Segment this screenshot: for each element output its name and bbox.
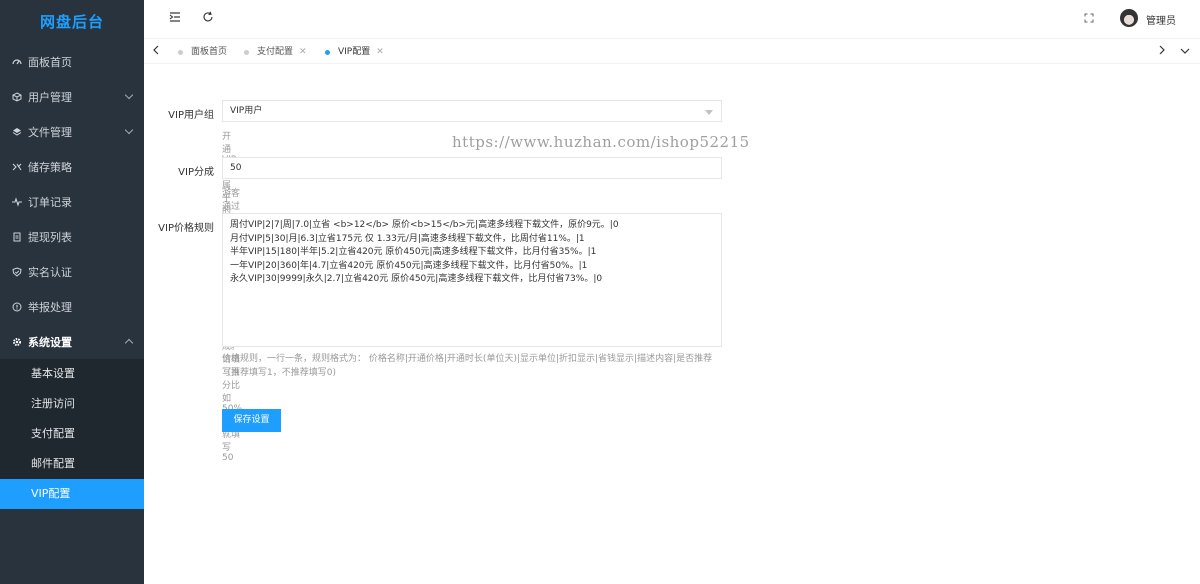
tab-label: 面板首页 [191, 47, 228, 57]
tabs-scroll-right-icon[interactable] [1155, 44, 1169, 58]
save-button[interactable]: 保存设置 [222, 409, 281, 432]
tab-dot [244, 49, 249, 55]
chevron-up-icon [124, 338, 134, 348]
close-icon[interactable]: ✕ [299, 44, 307, 60]
sidebar-item-orders[interactable]: 订单记录 [0, 184, 144, 219]
vip-group-value: VIP用户 [230, 106, 263, 116]
top-bar: 管理员 [144, 0, 1200, 38]
sidebar: 网盘后台 面板首页 用户管理 文件管理 储存策略 订单记录 提现列表 实名认证 … [0, 0, 144, 584]
tabs-scroll-left-icon[interactable] [149, 44, 163, 58]
sidebar-item-label: 文件管理 [28, 125, 72, 139]
user-name[interactable]: 管理员 [1146, 12, 1176, 27]
sidebar-item-label: 系统设置 [28, 335, 72, 349]
sidebar-item-storage[interactable]: 储存策略 [0, 149, 144, 184]
tab-dashboard[interactable]: 面板首页 [178, 44, 227, 60]
share-input[interactable]: 50 [222, 157, 722, 179]
sidebar-item-label: 面板首页 [28, 55, 72, 69]
sidebar-item-label: 用户管理 [28, 90, 72, 104]
vip-group-label: VIP用户组 [168, 110, 214, 121]
tab-vip[interactable]: VIP配置 ✕ [325, 44, 384, 60]
sidebar-item-withdraw[interactable]: 提现列表 [0, 219, 144, 254]
watermark-text: https://www.huzhan.com/ishop52215 [452, 133, 750, 151]
pulse-icon [12, 196, 22, 207]
sidebar-item-settings[interactable]: 系统设置 [0, 324, 144, 359]
shield-icon [12, 266, 22, 277]
sidebar-item-files[interactable]: 文件管理 [0, 114, 144, 149]
close-icon[interactable]: ✕ [376, 44, 384, 60]
alert-circle-icon [12, 302, 22, 312]
avatar[interactable] [1120, 9, 1138, 27]
submenu-item-basic[interactable]: 基本设置 [0, 359, 144, 389]
tab-dot [325, 49, 330, 55]
vip-group-select[interactable]: VIP用户 [222, 100, 722, 122]
price-rules-tip: 价格规则，一行一条，规则格式为： 价格名称|开通价格|开通时长(单位天)|显示单… [222, 354, 713, 378]
sidebar-item-label: 提现列表 [28, 230, 72, 244]
share-label: VIP分成 [178, 167, 214, 178]
document-icon [12, 232, 22, 242]
refresh-icon[interactable] [200, 11, 216, 27]
submenu-item-mail[interactable]: 邮件配置 [0, 449, 144, 479]
submenu-item-register[interactable]: 注册访问 [0, 389, 144, 419]
sidebar-item-users[interactable]: 用户管理 [0, 79, 144, 114]
chevron-down-icon [124, 90, 134, 100]
user-cube-icon [12, 91, 22, 102]
settings-submenu: 基本设置 注册访问 支付配置 邮件配置 VIP配置 [0, 359, 144, 509]
sidebar-item-label: 订单记录 [28, 195, 72, 209]
app-logo: 网盘后台 [39, 13, 104, 31]
price-rules-label: VIP价格规则 [158, 223, 214, 234]
sidebar-item-dashboard[interactable]: 面板首页 [0, 44, 144, 79]
layers-icon [12, 127, 22, 137]
strategy-icon [12, 162, 22, 172]
fullscreen-icon[interactable] [1081, 11, 1097, 27]
tab-dot [178, 49, 183, 55]
submenu-item-payment[interactable]: 支付配置 [0, 419, 144, 449]
sidebar-item-label: 实名认证 [28, 265, 72, 279]
dashboard-icon [12, 57, 22, 67]
chevron-down-icon [124, 125, 134, 135]
tab-payment[interactable]: 支付配置 ✕ [244, 44, 307, 60]
sidebar-item-label: 举报处理 [28, 300, 72, 314]
tab-bar: 面板首页 支付配置 ✕ VIP配置 ✕ [144, 38, 1200, 64]
submenu-item-vip[interactable]: VIP配置 [0, 479, 144, 509]
tab-label: 支付配置 [257, 47, 294, 57]
caret-down-icon [705, 110, 713, 115]
menu-toggle-icon[interactable] [167, 11, 183, 27]
sidebar-item-reports[interactable]: 举报处理 [0, 289, 144, 324]
price-rules-textarea[interactable]: 周付VIP|2|7|周|7.0|立省 <b>12</b> 原价<b>15</b>… [222, 213, 722, 347]
tab-label: VIP配置 [338, 47, 371, 57]
sidebar-item-verify[interactable]: 实名认证 [0, 254, 144, 289]
sidebar-item-label: 储存策略 [28, 160, 72, 174]
gear-icon [12, 337, 22, 347]
chevron-down-icon[interactable] [1178, 44, 1192, 58]
